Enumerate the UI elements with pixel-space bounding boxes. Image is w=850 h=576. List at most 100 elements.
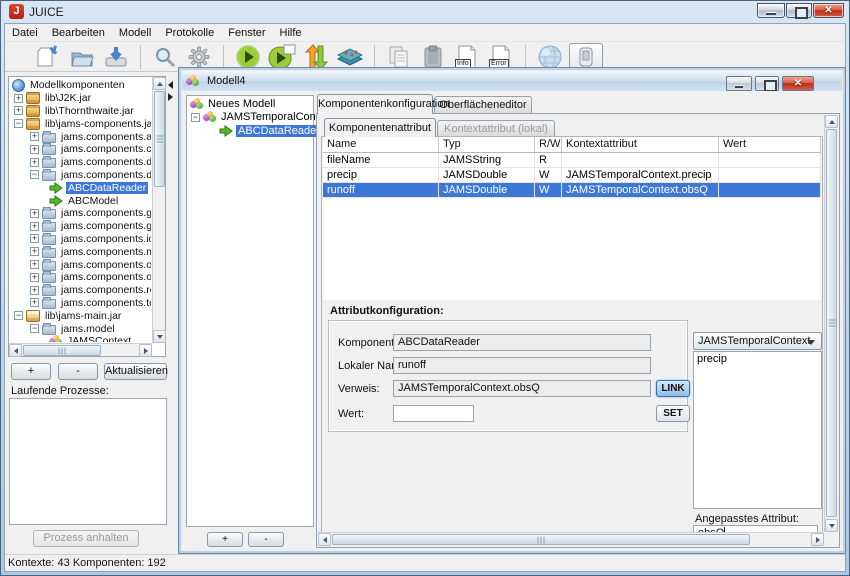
tree-item[interactable]: jams.components.io (9, 233, 151, 246)
model-window-titlebar[interactable]: Modell4 (182, 71, 842, 91)
column-rw[interactable]: R/W (535, 137, 562, 152)
tree-item[interactable]: jams.components.aggreg (9, 130, 151, 143)
menu-hilfe[interactable]: Hilfe (273, 25, 309, 41)
collapse-toggle-icon[interactable] (14, 119, 23, 128)
scroll-up-arrow[interactable] (153, 77, 166, 90)
set-button[interactable]: SET (656, 405, 690, 422)
local-name-field[interactable]: runoff (393, 357, 651, 374)
expand-toggle-icon[interactable] (30, 247, 39, 256)
tree-item[interactable]: jams.components.conditi (9, 143, 151, 156)
scroll-right-arrow[interactable] (139, 344, 152, 357)
collapse-toggle-icon[interactable] (30, 324, 39, 333)
tree-vertical-scrollbar[interactable] (152, 77, 165, 343)
tab-kontextattribut-lokal[interactable]: Kontextattribut (lokal) (437, 120, 555, 137)
reference-field[interactable]: JAMSTemporalContext.obsQ (393, 380, 651, 397)
table-row[interactable]: fileName JAMSString R (323, 153, 821, 168)
scroll-thumb[interactable] (154, 91, 165, 187)
splitpane-divider[interactable] (168, 81, 175, 101)
tree-item[interactable]: jams.components.tools (9, 297, 151, 310)
menu-protokolle[interactable]: Protokolle (158, 25, 221, 41)
model-remove-button[interactable]: - (248, 532, 284, 547)
remove-library-button[interactable]: - (58, 363, 98, 380)
tree-item[interactable]: jams.components.demo.a (9, 169, 151, 182)
table-row-selected[interactable]: runoff JAMSDouble W JAMSTemporalContext.… (323, 183, 821, 198)
refresh-button[interactable]: Aktualisieren (104, 363, 167, 380)
running-processes-list[interactable] (9, 398, 167, 525)
column-kontextattribut[interactable]: Kontextattribut (562, 137, 719, 152)
tree-item[interactable]: jams.model (9, 322, 151, 335)
model-minimize-button[interactable] (726, 76, 752, 91)
tree-item[interactable]: lib\jams-components.jar (9, 117, 151, 130)
close-button[interactable] (813, 3, 844, 18)
open-model-button[interactable] (67, 43, 97, 71)
menu-bearbeiten[interactable]: Bearbeiten (45, 25, 112, 41)
tree-horizontal-scrollbar[interactable] (9, 343, 152, 356)
column-typ[interactable]: Typ (439, 137, 535, 152)
menu-datei[interactable]: Datei (5, 25, 45, 41)
tree-item[interactable]: Modellkomponenten (9, 79, 151, 92)
model-add-button[interactable]: + (207, 532, 243, 547)
title-bar[interactable]: J JUICE (1, 1, 849, 23)
scroll-left-arrow[interactable] (9, 344, 22, 357)
content-vertical-scrollbar[interactable] (824, 115, 838, 532)
tree-item-jamstemporalcontext[interactable]: JAMSTemporalContext (187, 110, 313, 124)
expand-toggle-icon[interactable] (30, 273, 39, 282)
content-horizontal-scrollbar[interactable] (318, 532, 824, 546)
expand-toggle-icon[interactable] (30, 145, 39, 154)
tree-item[interactable]: jams.components.debug (9, 156, 151, 169)
expand-toggle-icon[interactable] (30, 298, 39, 307)
tree-item[interactable]: jams.components.machin (9, 245, 151, 258)
tree-item[interactable]: jams.components.regiona (9, 284, 151, 297)
tab-komponentenattribut[interactable]: Komponentenattribut (324, 118, 436, 137)
expand-toggle-icon[interactable] (30, 158, 39, 167)
collapse-toggle-icon[interactable] (191, 113, 200, 122)
column-name[interactable]: Name (323, 137, 439, 152)
scroll-left-arrow[interactable] (318, 533, 331, 546)
collapse-left-icon[interactable] (168, 81, 173, 89)
expand-toggle-icon[interactable] (30, 132, 39, 141)
scroll-right-arrow[interactable] (811, 533, 824, 546)
new-model-button[interactable] (33, 43, 63, 71)
collapse-toggle-icon[interactable] (30, 170, 39, 179)
tree-item[interactable]: jams.components.optimiz (9, 258, 151, 271)
tree-item[interactable]: ABCModel (9, 194, 151, 207)
save-model-button[interactable] (101, 43, 131, 71)
scroll-thumb[interactable] (332, 534, 750, 545)
tree-item[interactable]: lib\J2K.jar (9, 92, 151, 105)
tree-item[interactable]: jams.components.gui (9, 207, 151, 220)
expand-right-icon[interactable] (168, 93, 173, 101)
collapse-toggle-icon[interactable] (14, 311, 23, 320)
scroll-thumb[interactable] (826, 129, 837, 517)
scroll-thumb[interactable] (23, 345, 101, 356)
expand-toggle-icon[interactable] (30, 209, 39, 218)
tab-komponentenkonfiguration[interactable]: Komponentenkonfiguration (317, 94, 433, 114)
model-close-button[interactable] (782, 76, 814, 91)
table-header[interactable]: Name Typ R/W Kontextattribut Wert (323, 137, 821, 153)
scroll-up-arrow[interactable] (825, 115, 838, 128)
scroll-down-arrow[interactable] (825, 519, 838, 532)
tree-item[interactable]: lib\jams-main.jar (9, 309, 151, 322)
context-attribute-list[interactable]: precip (693, 351, 822, 509)
expand-toggle-icon[interactable] (30, 260, 39, 269)
search-button[interactable] (150, 43, 180, 71)
tree-item-abcdatareader[interactable]: ABCDataReader (9, 181, 151, 194)
tree-item[interactable]: JAMSContext (9, 335, 151, 342)
stop-process-button[interactable]: Prozess anhalten (33, 530, 139, 547)
tree-item[interactable]: jams.components.optimiz (9, 271, 151, 284)
add-library-button[interactable]: + (11, 363, 51, 380)
context-dropdown[interactable]: JAMSTemporalContext (693, 332, 822, 350)
tree-item[interactable]: jams.components.gui.spr (9, 220, 151, 233)
expand-toggle-icon[interactable] (14, 94, 23, 103)
expand-toggle-icon[interactable] (30, 222, 39, 231)
link-button[interactable]: LINK (656, 380, 690, 397)
tree-item-neues-modell[interactable]: Neues Modell (187, 96, 313, 110)
list-item-precip[interactable]: precip (694, 352, 821, 366)
scroll-down-arrow[interactable] (153, 330, 166, 343)
minimize-button[interactable] (757, 3, 785, 18)
tree-item[interactable]: lib\Thornthwaite.jar (9, 105, 151, 118)
model-restore-button[interactable] (755, 76, 779, 91)
value-field[interactable] (393, 405, 474, 422)
tree-item-abcdatareader[interactable]: ABCDataReader (187, 124, 313, 138)
component-field[interactable]: ABCDataReader (393, 334, 651, 351)
menu-fenster[interactable]: Fenster (221, 25, 272, 41)
